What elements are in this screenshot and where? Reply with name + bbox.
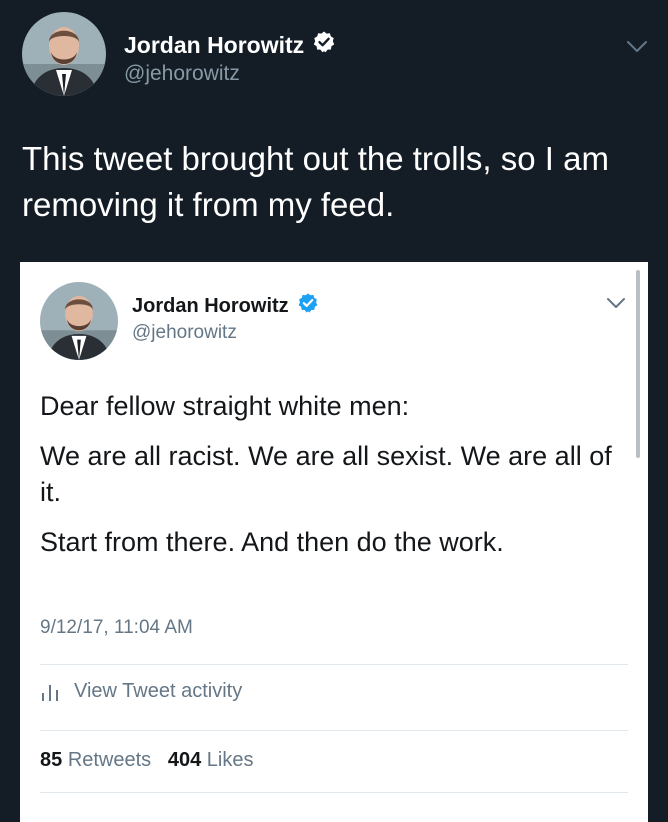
author-handle[interactable]: @jehorowitz (124, 62, 240, 86)
outer-tweet-header: Jordan Horowitz @jehorowitz (22, 12, 648, 98)
view-tweet-activity-button[interactable]: View Tweet activity (40, 680, 242, 703)
divider (40, 792, 628, 793)
bar-chart-icon (42, 684, 58, 701)
quoted-tweet-text: Dear fellow straight white men: We are a… (40, 388, 620, 574)
author-name[interactable]: Jordan Horowitz (132, 292, 319, 320)
verified-badge-icon (312, 30, 336, 60)
author-name-text[interactable]: Jordan Horowitz (132, 295, 289, 318)
author-name[interactable]: Jordan Horowitz (124, 30, 336, 60)
likes-label[interactable]: Likes (207, 749, 254, 771)
chevron-down-icon[interactable] (606, 296, 626, 314)
retweets-label[interactable]: Retweets (68, 749, 151, 771)
divider (40, 664, 628, 665)
likes-count[interactable]: 404 (168, 749, 201, 771)
divider (40, 730, 628, 731)
tweet-text: This tweet brought out the trolls, so I … (22, 140, 609, 223)
verified-badge-icon (297, 292, 319, 320)
quoted-tweet-card[interactable]: Jordan Horowitz @jehorowitz Dear fellow … (20, 262, 648, 822)
tweet-paragraph: Start from there. And then do the work. (40, 527, 504, 557)
tweet-timestamp[interactable]: 9/12/17, 11:04 AM (40, 617, 193, 639)
activity-label[interactable]: View Tweet activity (74, 680, 242, 703)
chevron-down-icon[interactable] (626, 40, 648, 59)
author-handle[interactable]: @jehorowitz (132, 322, 237, 344)
tweet-stats: 85 Retweets 404 Likes (40, 749, 254, 772)
avatar[interactable] (40, 282, 118, 360)
scrollbar[interactable] (636, 270, 640, 458)
avatar[interactable] (22, 12, 106, 96)
author-name-text[interactable]: Jordan Horowitz (124, 32, 304, 59)
retweets-count[interactable]: 85 (40, 749, 62, 771)
tweet-paragraph: We are all racist. We are all sexist. We… (40, 441, 612, 507)
tweet-paragraph: Dear fellow straight white men: (40, 391, 410, 421)
